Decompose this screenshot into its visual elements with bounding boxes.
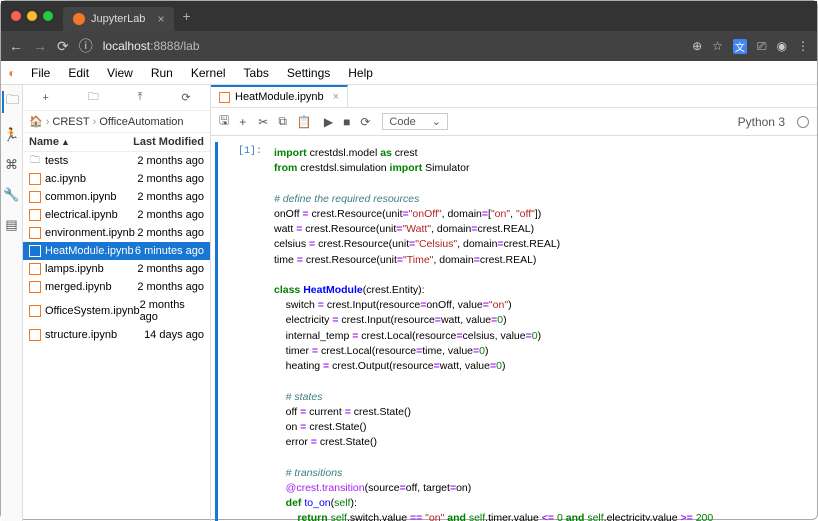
kernel-status-icon (797, 116, 809, 128)
running-tab-icon[interactable]: 🏃 (3, 127, 19, 143)
notebook-icon (219, 92, 230, 103)
file-row[interactable]: electrical.ipynb2 months ago (23, 206, 210, 224)
cut-button[interactable]: ✂ (258, 115, 268, 129)
menu-file[interactable]: File (23, 63, 58, 83)
notebook-icon (29, 305, 41, 317)
copy-button[interactable]: ⧉ (278, 114, 287, 129)
file-row[interactable]: lamps.ipynb2 months ago (23, 260, 210, 278)
menu-help[interactable]: Help (340, 63, 381, 83)
browser-tab-title: JupyterLab (91, 13, 145, 25)
new-folder-button[interactable]: 🗀 (88, 88, 99, 107)
filebrowser-header[interactable]: Name▲ Last Modified (23, 132, 210, 152)
menu-view[interactable]: View (99, 63, 141, 83)
tools-tab-icon[interactable]: 🔧 (3, 187, 19, 203)
run-button[interactable]: ▶ (324, 115, 333, 129)
file-row[interactable]: OfficeSystem.ipynb2 months ago (23, 296, 210, 326)
close-icon[interactable]: × (333, 91, 339, 103)
notebook-icon (29, 209, 41, 221)
new-tab-button[interactable]: + (182, 8, 190, 24)
notebook-icon (29, 227, 41, 239)
file-row[interactable]: 🗀tests2 months ago (23, 152, 210, 170)
browser-toolbar: ← → ⟳ ⓘ localhost:8888/lab ⊕ ☆ 文 ⎚ ◉ ⋮ (1, 31, 817, 61)
code-editor[interactable]: import crestdsl.model as crestfrom crest… (268, 142, 817, 521)
refresh-button[interactable]: ⟳ (181, 91, 190, 104)
menu-edit[interactable]: Edit (60, 63, 97, 83)
back-button[interactable]: ← (9, 38, 23, 54)
jupyterlab-menubar: ◐ FileEditViewRunKernelTabsSettingsHelp (1, 61, 817, 85)
commands-tab-icon[interactable]: ⌘ (5, 157, 18, 173)
folder-icon: 🗀 (29, 155, 41, 167)
forward-button[interactable]: → (33, 38, 47, 54)
notebook-icon (29, 329, 41, 341)
kernel-name[interactable]: Python 3 (738, 115, 785, 129)
menu-settings[interactable]: Settings (279, 63, 338, 83)
celltype-select[interactable]: Code ⌄ (382, 113, 448, 130)
cast-icon[interactable]: ⎚ (757, 39, 767, 54)
menu-run[interactable]: Run (143, 63, 181, 83)
main-area: HeatModule.ipynb × 🖫 + ✂ ⧉ 📋 ▶ ■ ⟳ Code … (211, 85, 817, 521)
chevron-down-icon: ⌄ (432, 115, 441, 128)
site-info-icon[interactable]: ⓘ (79, 36, 93, 56)
file-browser: + 🗀 ⤒ ⟳ 🏠 › CREST › OfficeAutomation Nam… (23, 85, 211, 521)
window-controls (11, 11, 53, 21)
new-launcher-button[interactable]: + (42, 92, 48, 104)
notebook-tab[interactable]: HeatModule.ipynb × (211, 85, 348, 107)
sort-asc-icon: ▲ (61, 137, 70, 147)
file-row[interactable]: common.ipynb2 months ago (23, 188, 210, 206)
star-icon[interactable]: ☆ (712, 39, 723, 54)
insert-cell-button[interactable]: + (239, 115, 246, 129)
minimize-window-button[interactable] (27, 11, 37, 21)
notebook-icon (29, 263, 41, 275)
address-bar[interactable]: localhost:8888/lab (103, 39, 682, 53)
left-sidebar: 🗀 🏃 ⌘ 🔧 ▤ (1, 85, 23, 521)
upload-button[interactable]: ⤒ (138, 91, 143, 104)
tabs-tab-icon[interactable]: ▤ (5, 217, 17, 233)
jupyter-logo-icon: ◐ (1, 66, 23, 80)
filebrowser-toolbar: + 🗀 ⤒ ⟳ (23, 85, 210, 111)
file-row[interactable]: structure.ipynb14 days ago (23, 326, 210, 344)
filebrowser-tab-icon[interactable]: 🗀 (2, 91, 19, 113)
file-row[interactable]: HeatModule.ipynb6 minutes ago (23, 242, 210, 260)
menu-tabs[interactable]: Tabs (236, 63, 277, 83)
notebook-tabbar: HeatModule.ipynb × (211, 85, 817, 108)
maximize-window-button[interactable] (43, 11, 53, 21)
notebook-icon (29, 281, 41, 293)
close-window-button[interactable] (11, 11, 21, 21)
cell-prompt: [1]: (218, 142, 268, 521)
browser-tab[interactable]: JupyterLab × (63, 7, 174, 31)
breadcrumb[interactable]: 🏠 › CREST › OfficeAutomation (23, 111, 210, 132)
menu-icon[interactable]: ⋮ (797, 39, 809, 54)
browser-titlebar: JupyterLab × + (1, 1, 817, 31)
reload-button[interactable]: ⟳ (57, 38, 69, 55)
notebook-icon (29, 173, 41, 185)
paste-button[interactable]: 📋 (297, 115, 312, 129)
code-cell[interactable]: [1]: import crestdsl.model as crestfrom … (215, 142, 817, 521)
save-button[interactable]: 🖫 (219, 111, 229, 132)
menu-kernel[interactable]: Kernel (183, 63, 234, 83)
notebook-content[interactable]: [1]: import crestdsl.model as crestfrom … (211, 136, 817, 521)
close-tab-icon[interactable]: × (157, 12, 164, 26)
restart-button[interactable]: ⟳ (360, 115, 370, 129)
interrupt-button[interactable]: ■ (343, 115, 350, 129)
file-row[interactable]: merged.ipynb2 months ago (23, 278, 210, 296)
notebook-icon (29, 245, 41, 257)
profile-icon[interactable]: ◉ (777, 39, 787, 54)
notebook-toolbar: 🖫 + ✂ ⧉ 📋 ▶ ■ ⟳ Code ⌄ Python 3 (211, 108, 817, 136)
jupyter-favicon (73, 13, 85, 25)
notebook-icon (29, 191, 41, 203)
file-row[interactable]: ac.ipynb2 months ago (23, 170, 210, 188)
file-row[interactable]: environment.ipynb2 months ago (23, 224, 210, 242)
home-icon[interactable]: 🏠 (29, 115, 43, 128)
bookmark-icon[interactable]: ⊕ (692, 39, 702, 54)
file-list: 🗀tests2 months agoac.ipynb2 months agoco… (23, 152, 210, 344)
translate-icon[interactable]: 文 (733, 39, 747, 54)
